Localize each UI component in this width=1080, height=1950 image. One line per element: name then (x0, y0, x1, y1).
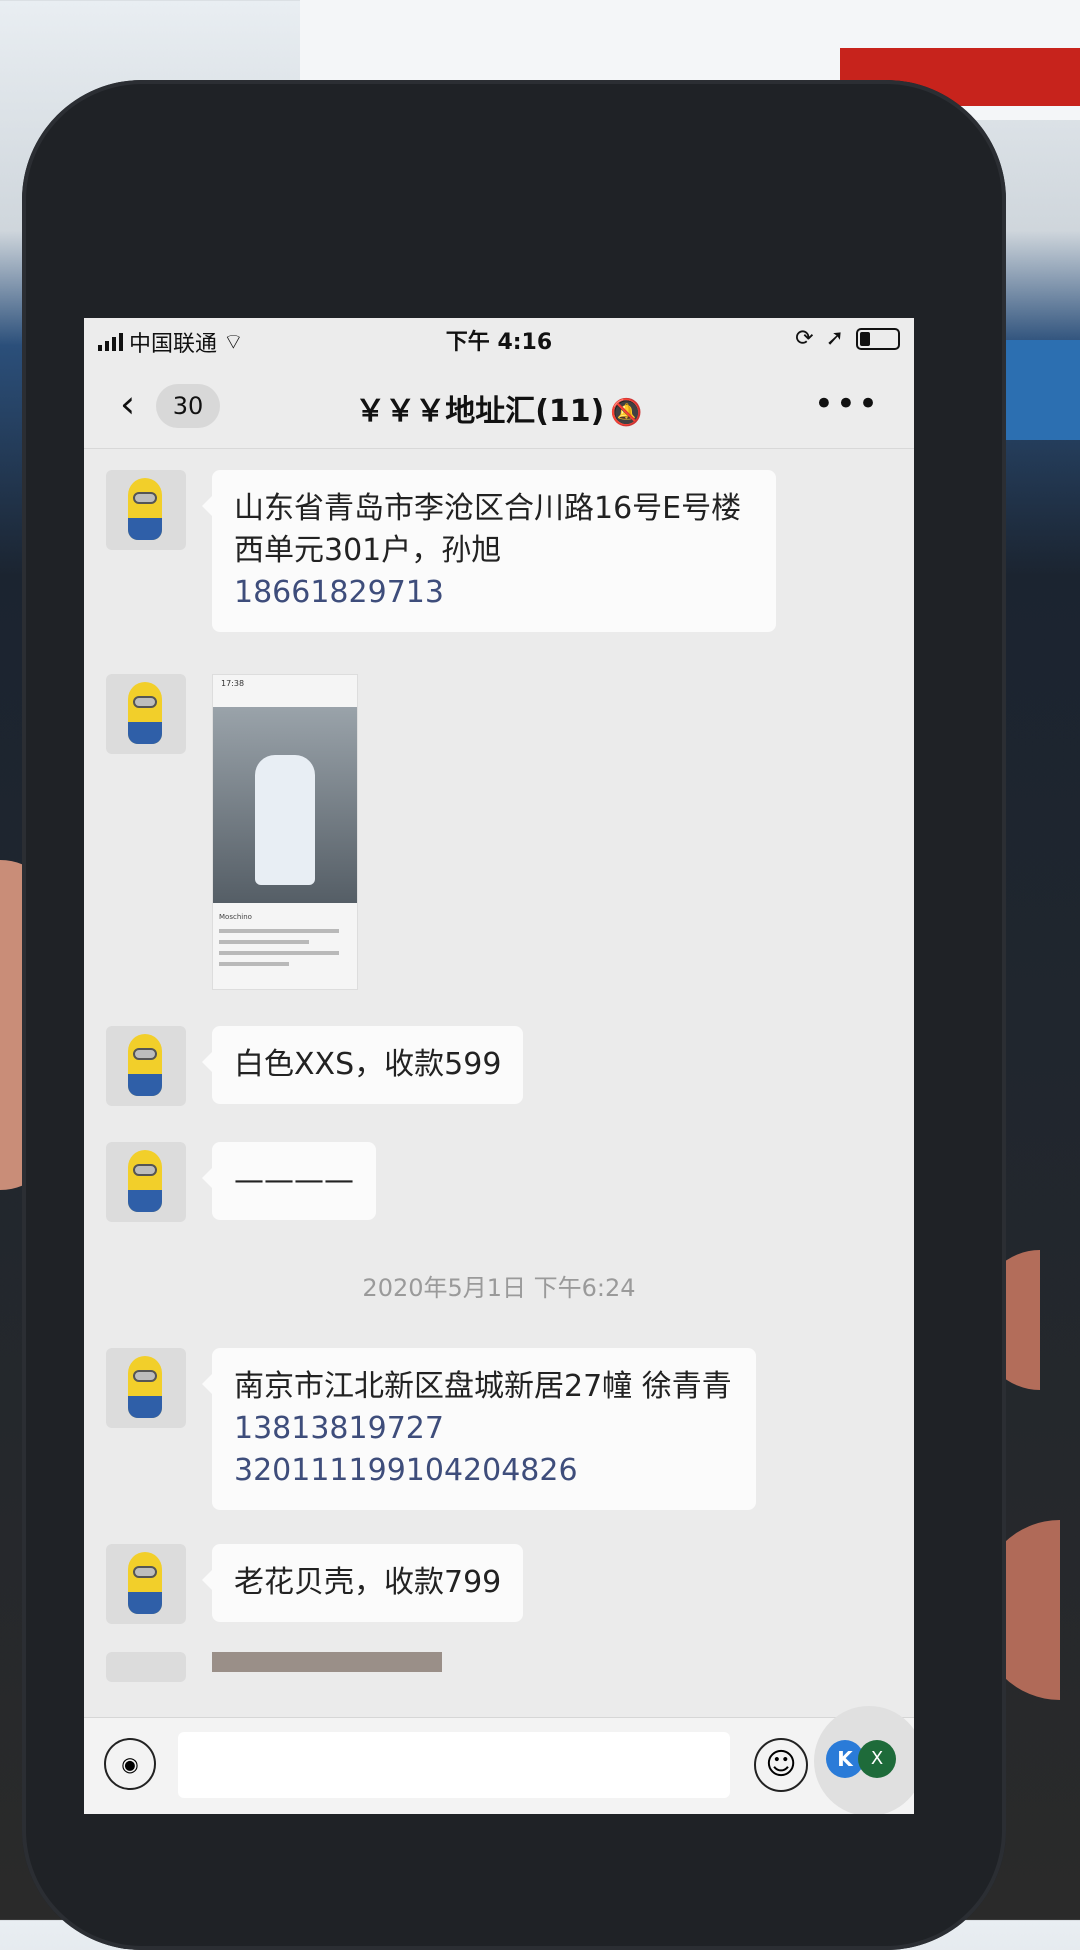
message-row (106, 1652, 442, 1682)
status-time: 下午 4:16 (445, 330, 553, 355)
floating-x-button[interactable]: X (858, 1740, 896, 1778)
mute-bell-icon: 🔕 (610, 398, 643, 428)
input-bar: ◉ ☺ K X (84, 1706, 914, 1814)
image-message-partial[interactable] (212, 1652, 442, 1672)
message-row: 17:38 Moschino (106, 674, 358, 990)
time-divider: 2020年5月1日 下午6:24 (362, 1274, 636, 1302)
phone-screen: 中国联通 ⌔ 下午 4:16 ⟳ ➚ ‹ 30 ￥￥￥地址汇(11) 🔕 ••• … (84, 318, 914, 1814)
floating-buttons: K X (814, 1706, 914, 1814)
message-text: 老花贝壳，收款799 (234, 1565, 502, 1600)
chat-header: ‹ 30 ￥￥￥地址汇(11) 🔕 ••• (84, 362, 914, 449)
chat-title-text: ￥￥￥地址汇(11) (355, 394, 605, 429)
message-text: ———— (234, 1163, 354, 1198)
message-text: 南京市江北新区盘城新居27幢 徐青青 (234, 1369, 732, 1404)
rotation-lock-icon: ⟳ (795, 326, 814, 351)
message-row: ———— (106, 1142, 376, 1222)
avatar[interactable] (106, 1026, 186, 1106)
image-caption-text: Moschino (219, 913, 252, 921)
message-list[interactable]: 山东省青岛市李沧区合川路16号E号楼西单元301户，孙旭 18661829713… (84, 448, 914, 1728)
image-dress (255, 755, 315, 885)
message-bubble[interactable]: 山东省青岛市李沧区合川路16号E号楼西单元301户，孙旭 18661829713 (202, 470, 776, 632)
message-input[interactable] (178, 1732, 730, 1798)
message-bubble[interactable]: 白色XXS，收款599 (201, 1026, 524, 1104)
avatar[interactable] (106, 1348, 186, 1428)
image-time-text: 17:38 (221, 679, 245, 688)
location-icon: ➚ (825, 326, 844, 351)
message-row: 白色XXS，收款599 (106, 1026, 524, 1106)
more-options-icon[interactable]: ••• (814, 384, 880, 424)
background-blue-panel (1000, 340, 1080, 440)
avatar[interactable] (106, 1652, 186, 1682)
battery-icon (856, 327, 900, 350)
avatar[interactable] (106, 1142, 186, 1222)
emoji-icon[interactable]: ☺ (754, 1738, 808, 1792)
image-message[interactable]: 17:38 Moschino (212, 674, 358, 990)
chat-title: ￥￥￥地址汇(11) 🔕 (84, 386, 914, 430)
image-caption-lines (219, 929, 339, 973)
message-text: 白色XXS，收款599 (234, 1047, 502, 1082)
message-bubble[interactable]: 南京市江北新区盘城新居27幢 徐青青 13813819727 320111199… (202, 1348, 756, 1510)
message-row: 老花贝壳，收款799 (106, 1544, 524, 1624)
message-bubble[interactable]: 老花贝壳，收款799 (201, 1544, 524, 1622)
phone-number-link[interactable]: 13813819727 (234, 1411, 444, 1446)
status-right: ⟳ ➚ (795, 326, 900, 351)
avatar[interactable] (106, 470, 186, 550)
message-row: 南京市江北新区盘城新居27幢 徐青青 13813819727 320111199… (106, 1348, 756, 1510)
avatar[interactable] (106, 1544, 186, 1624)
status-bar: 中国联通 ⌔ 下午 4:16 ⟳ ➚ (84, 318, 914, 362)
voice-input-icon[interactable]: ◉ (104, 1738, 156, 1790)
avatar[interactable] (106, 674, 186, 754)
message-bubble[interactable]: ———— (202, 1142, 376, 1220)
message-row: 山东省青岛市李沧区合川路16号E号楼西单元301户，孙旭 18661829713 (106, 470, 776, 632)
message-text: 山东省青岛市李沧区合川路16号E号楼西单元301户，孙旭 (234, 491, 742, 568)
phone-number-link[interactable]: 18661829713 (234, 572, 754, 614)
id-number-link[interactable]: 320111199104204826 (234, 1450, 734, 1492)
